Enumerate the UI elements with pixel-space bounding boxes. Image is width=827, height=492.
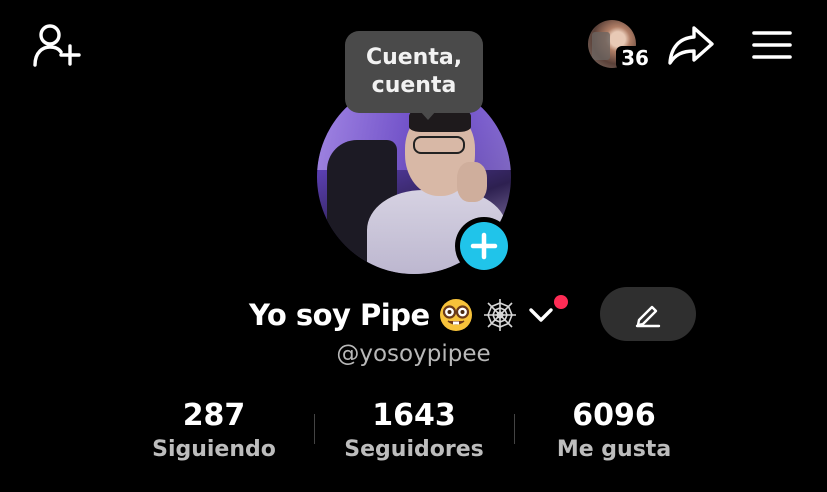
display-name-row[interactable]: Yo soy Pipe xyxy=(249,292,568,338)
account-tooltip: Cuenta, cuenta xyxy=(345,31,483,113)
visitors-count: 36 xyxy=(616,46,654,70)
username-row: @yosoypipee xyxy=(0,341,827,367)
add-user-button[interactable] xyxy=(30,20,84,70)
stat-likes[interactable]: 6096 Me gusta xyxy=(540,398,688,464)
add-story-button[interactable] xyxy=(455,217,513,275)
following-label: Siguiendo xyxy=(152,437,276,462)
spider-web-emoji-icon xyxy=(482,297,518,333)
stat-divider xyxy=(514,414,515,444)
account-switcher-button[interactable] xyxy=(526,295,568,333)
profile-visitors-button[interactable]: 36 xyxy=(588,20,658,72)
following-count: 287 xyxy=(182,398,246,433)
chevron-down-icon xyxy=(528,308,553,322)
add-user-icon xyxy=(33,24,81,67)
stat-followers[interactable]: 1643 Seguidores xyxy=(334,398,494,464)
plus-icon xyxy=(470,232,498,260)
pencil-icon xyxy=(635,305,661,328)
add-story-circle xyxy=(460,222,508,270)
nerd-face-emoji-icon xyxy=(438,297,474,333)
avatar-glasses xyxy=(413,136,465,154)
menu-button[interactable] xyxy=(748,24,796,66)
notification-dot xyxy=(553,295,568,309)
stat-divider xyxy=(314,414,315,444)
edit-profile-button[interactable] xyxy=(600,287,696,341)
likes-label: Me gusta xyxy=(556,437,672,462)
avatar-hand xyxy=(457,162,487,202)
likes-count: 6096 xyxy=(572,398,656,433)
tooltip-arrow xyxy=(420,111,436,120)
share-arrow-icon xyxy=(668,26,714,65)
share-profile-button[interactable] xyxy=(664,22,718,68)
tooltip-text: Cuenta, cuenta xyxy=(365,45,463,98)
stat-following[interactable]: 287 Siguiendo xyxy=(144,398,284,464)
hamburger-menu-icon xyxy=(752,31,792,59)
username: @yosoypipee xyxy=(336,341,491,367)
followers-count: 1643 xyxy=(372,398,456,433)
followers-label: Seguidores xyxy=(344,437,484,462)
display-name: Yo soy Pipe xyxy=(249,298,430,332)
